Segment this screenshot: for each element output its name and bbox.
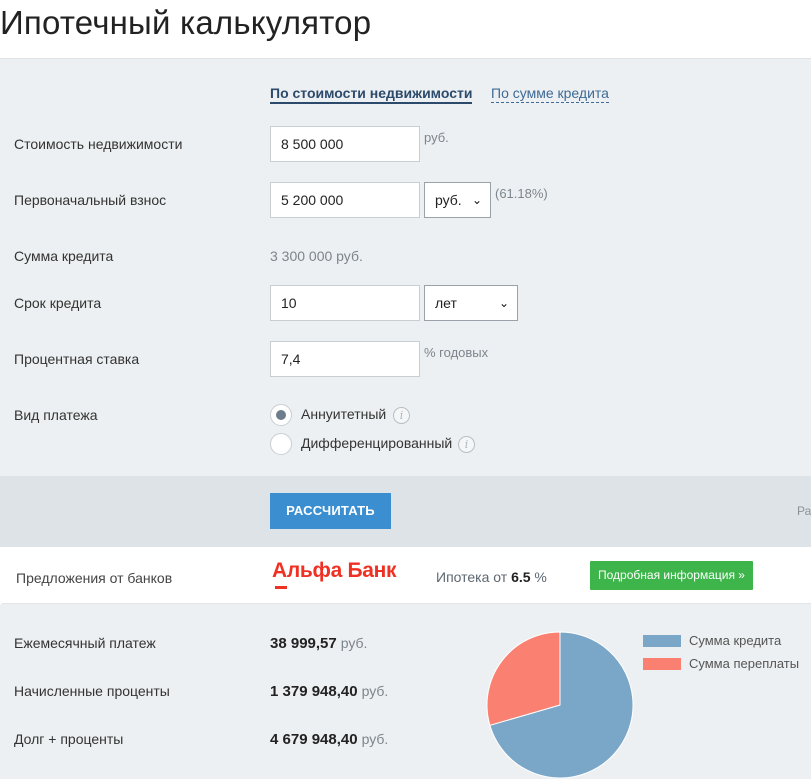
tab-by-loan-amount[interactable]: По сумме кредита — [491, 85, 609, 103]
monthly-payment-unit: руб. — [340, 635, 368, 651]
action-band: РАССЧИТАТЬ Рас — [0, 476, 811, 547]
total-label: Долг + проценты — [14, 731, 124, 747]
chevron-down-icon: ⌄ — [471, 193, 482, 207]
monthly-payment-value: 38 999,57 руб. — [270, 635, 367, 652]
total-amount: 4 679 948,40 — [270, 731, 358, 748]
offers-label: Предложения от банков — [16, 570, 173, 586]
info-icon[interactable]: i — [393, 407, 410, 424]
rate-label: Процентная ставка — [14, 351, 140, 367]
radio-differentiated[interactable]: Дифференцированный i — [270, 433, 480, 457]
down-payment-label: Первоначальный взнос — [14, 192, 167, 208]
cut-off-text: Рас — [797, 504, 811, 518]
interest-value: 1 379 948,40 руб. — [270, 683, 388, 700]
results-panel: Ежемесячный платеж 38 999,57 руб. Начисле… — [0, 604, 811, 779]
down-payment-currency-value: руб. — [435, 192, 462, 208]
offer-rate-value: 6.5 — [511, 569, 531, 585]
rate-input[interactable]: 7,4 — [270, 341, 420, 377]
alfa-bank-logo[interactable]: Альфа Банк — [272, 559, 397, 589]
monthly-payment-label: Ежемесячный платеж — [14, 635, 156, 651]
loan-amount-value: 3 300 000 руб. — [270, 248, 363, 264]
payment-type-label: Вид платежа — [14, 407, 98, 423]
tab-by-property-cost[interactable]: По стоимости недвижимости — [270, 85, 473, 104]
down-payment-percent: (61.18%) — [495, 186, 548, 201]
offer-rate-prefix: Ипотека от — [436, 569, 508, 585]
chevron-down-icon: ⌄ — [498, 296, 509, 310]
calculate-button[interactable]: РАССЧИТАТЬ — [270, 493, 391, 529]
interest-amount: 1 379 948,40 — [270, 683, 358, 700]
property-cost-label: Стоимость недвижимости — [14, 136, 183, 152]
radio-annuity[interactable]: Аннуитетный i — [270, 404, 420, 428]
property-cost-unit: руб. — [424, 130, 449, 145]
radio-annuity-control[interactable] — [270, 404, 292, 426]
legend-swatch-loan — [643, 635, 681, 647]
calculator-form: По стоимости недвижимости По сумме креди… — [0, 58, 811, 476]
loan-amount-label: Сумма кредита — [14, 248, 114, 264]
page-title: Ипотечный калькулятор — [0, 4, 372, 41]
bank-logo-text: Альфа Банк — [272, 559, 397, 582]
interest-label: Начисленные проценты — [14, 683, 170, 699]
total-unit: руб. — [361, 731, 389, 747]
total-value: 4 679 948,40 руб. — [270, 731, 388, 748]
info-icon[interactable]: i — [458, 436, 475, 453]
mortgage-calculator-page: Ипотечный калькулятор По стоимости недви… — [0, 0, 811, 779]
term-label: Срок кредита — [14, 295, 102, 311]
down-payment-input[interactable]: 5 200 000 — [270, 182, 420, 218]
radio-annuity-label: Аннуитетный — [301, 406, 387, 422]
property-cost-input[interactable]: 8 500 000 — [270, 126, 420, 162]
down-payment-currency-select[interactable]: руб. ⌄ — [424, 182, 491, 218]
interest-unit: руб. — [361, 683, 389, 699]
legend-swatch-overpayment — [643, 658, 681, 670]
radio-differentiated-label: Дифференцированный — [301, 435, 453, 451]
rate-unit: % годовых — [424, 345, 489, 360]
term-input[interactable]: 10 — [270, 285, 420, 321]
bank-logo-underline — [275, 586, 287, 589]
monthly-payment-amount: 38 999,57 — [270, 635, 337, 652]
term-unit-value: лет — [435, 295, 457, 311]
details-button[interactable]: Подробная информация » — [590, 561, 753, 590]
bank-offers-bar: Предложения от банков Альфа Банк Ипотека… — [2, 548, 811, 604]
pie-chart — [486, 631, 634, 779]
term-unit-select[interactable]: лет ⌄ — [424, 285, 518, 321]
offer-rate-suffix: % — [534, 569, 547, 585]
legend-label-loan: Сумма кредита — [689, 633, 782, 648]
offer-rate: Ипотека от 6.5 % — [436, 569, 547, 585]
radio-differentiated-control[interactable] — [270, 433, 292, 455]
legend-label-overpayment: Сумма переплаты — [689, 656, 800, 671]
